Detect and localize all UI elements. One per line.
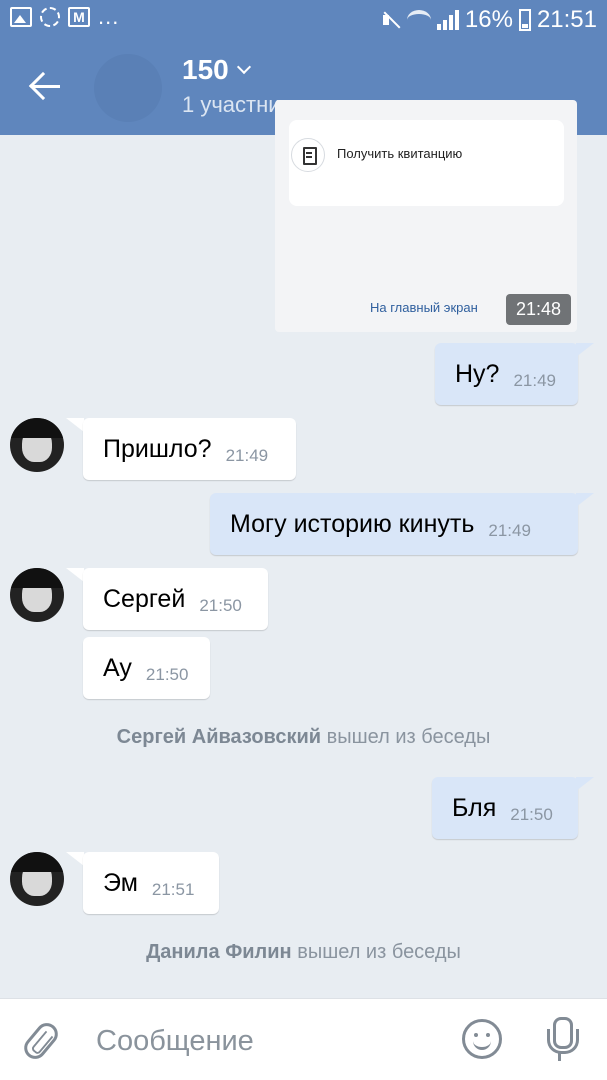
smile-icon[interactable] [462,1019,502,1059]
message-text: Ау [103,653,132,682]
message-composer [0,998,607,1080]
paperclip-icon[interactable] [19,1018,63,1064]
message-input[interactable] [96,1023,416,1059]
home-screen-link[interactable]: На главный экран [370,300,478,315]
message-bubble-in[interactable]: Эм 21:51 [83,852,219,914]
wifi-icon [406,10,431,30]
microphone-stand [558,1053,561,1061]
service-message: Данила Филин вышел из беседы [0,941,607,964]
receipt-action-panel [289,120,564,206]
message-time: 21:48 [505,294,571,325]
signal-icon [436,10,459,30]
chevron-down-icon [236,59,251,75]
message-text: Бля [452,793,497,822]
get-receipt-button[interactable]: Получить квитанцию [337,146,462,161]
more-notifications: ... [98,4,120,29]
notification-icons: M ... [10,4,120,29]
bubble-tail [576,777,594,791]
status-bar: M ... 16% 21:51 [0,0,607,40]
chat-members-count: 1 участник [182,92,291,117]
chat-avatar[interactable] [94,54,162,122]
service-action: вышел из беседы [297,941,461,963]
message-time: 21:51 [151,880,195,899]
receipt-icon[interactable] [291,138,325,172]
message-text: Эм [103,868,138,897]
message-time: 21:50 [145,665,189,684]
clock: 21:51 [536,6,597,33]
bubble-tail [576,493,594,507]
system-indicators: 16% 21:51 [381,6,597,34]
weather-icon [40,7,60,27]
message-bubble-out[interactable]: Бля 21:50 [432,777,578,839]
message-time: 21:49 [488,521,531,540]
avatar[interactable] [10,852,64,906]
chat-title-text: 150 [182,54,229,85]
bubble-tail [66,852,84,866]
message-bubble-in[interactable]: Пришло? 21:49 [83,418,296,480]
mute-icon [381,10,401,30]
message-bubble-out[interactable]: Ну? 21:49 [435,343,578,405]
bubble-tail [66,568,84,582]
chat-title[interactable]: 150 [182,54,251,86]
battery-icon [518,9,531,31]
service-action: вышел из беседы [326,726,491,748]
avatar[interactable] [10,568,64,622]
battery-percent: 16% [464,6,513,33]
bubble-tail [576,343,594,357]
message-text: Сергей [103,584,186,613]
microphone-icon[interactable] [545,1017,579,1063]
message-bubble-out[interactable]: Могу историю кинуть 21:49 [210,493,578,555]
service-user-name[interactable]: Сергей Айвазовский [117,726,321,748]
message-time: 21:49 [225,446,269,465]
message-text: Ну? [455,359,500,388]
message-time: 21:50 [510,805,553,824]
service-message: Сергей Айвазовский вышел из беседы [0,726,607,749]
bubble-tail [66,418,84,432]
receipt-message-card: Получить квитанцию На главный экран 21:4… [275,100,577,332]
gallery-icon [10,7,32,27]
back-button[interactable] [26,66,66,106]
message-time: 21:50 [199,596,242,615]
message-time: 21:49 [513,371,557,390]
message-bubble-in[interactable]: Ау 21:50 [83,637,210,699]
mail-icon: M [68,7,90,27]
message-text: Могу историю кинуть [230,509,475,538]
message-bubble-in[interactable]: Сергей 21:50 [83,568,268,630]
message-text: Пришло? [103,434,212,463]
avatar[interactable] [10,418,64,472]
arrow-left-icon-head [28,71,58,101]
service-user-name[interactable]: Данила Филин [146,941,292,963]
